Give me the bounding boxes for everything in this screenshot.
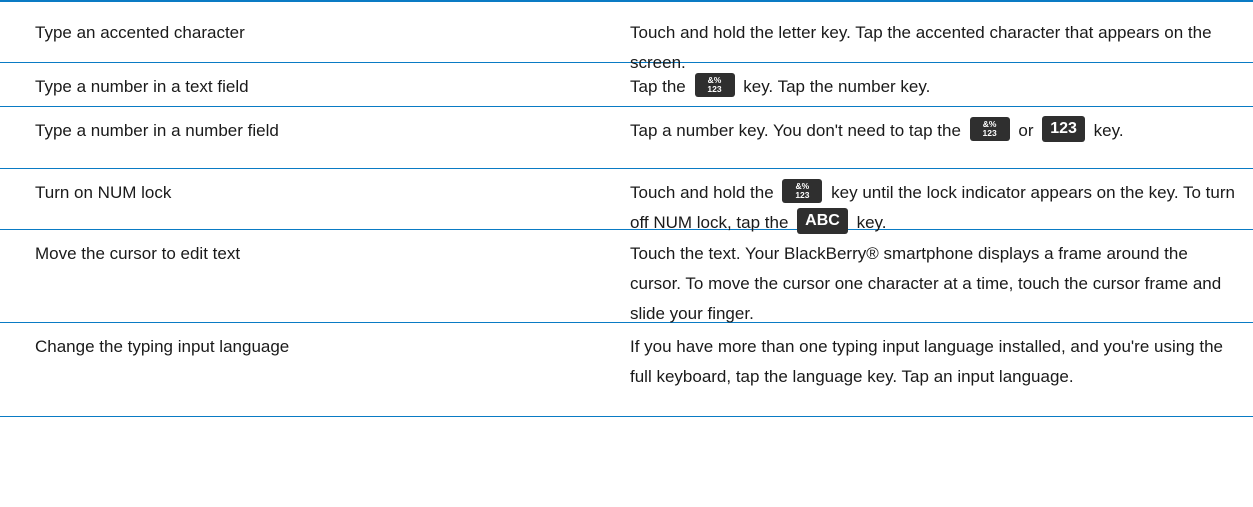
steps-text: or	[1018, 121, 1034, 140]
steps-text: Touch and hold the	[630, 183, 774, 202]
task-cell: Change the typing input language	[35, 337, 290, 356]
shortcut-table: Type an accented character Touch and hol…	[0, 0, 1253, 417]
steps-cell: Touch and hold the letter key. Tap the a…	[630, 2, 1253, 72]
task-cell: Type an accented character	[35, 23, 245, 42]
symbol-key-icon: &% 123	[782, 178, 823, 203]
steps-text: If you have more than one typing input l…	[630, 337, 1223, 386]
number-key-icon: 123	[1042, 115, 1085, 142]
task-cell: Turn on NUM lock	[35, 183, 172, 202]
steps-text: Tap a number key. You don't need to tap …	[630, 121, 961, 140]
table-row: Type a number in a text field Tap the &%…	[0, 63, 1253, 107]
task-cell: Type a number in a text field	[35, 77, 249, 96]
task-cell: Move the cursor to edit text	[35, 244, 241, 263]
steps-text: key.	[1093, 121, 1124, 140]
table-row: Move the cursor to edit text Touch the t…	[0, 230, 1253, 323]
table-row: Turn on NUM lock Touch and hold the &% 12…	[0, 169, 1253, 234]
task-cell: Type a number in a number field	[35, 121, 279, 140]
table-row: Type an accented character Touch and hol…	[0, 2, 1253, 72]
table-row: Change the typing input language If you …	[0, 323, 1253, 417]
symbol-key-icon: &% 123	[969, 116, 1010, 141]
symbol-key-icon: &% 123	[694, 72, 735, 97]
steps-cell: If you have more than one typing input l…	[630, 323, 1253, 416]
steps-cell: Tap a number key. You don't need to tap …	[630, 107, 1253, 168]
steps-cell: Tap the &% 123 key. Tap the number key.	[630, 63, 1253, 106]
alpha-key-icon: ABC	[797, 207, 848, 234]
steps-text: Touch the text. Your BlackBerry® smartph…	[630, 244, 1222, 323]
steps-cell: Touch the text. Your BlackBerry® smartph…	[630, 230, 1253, 323]
steps-text: key. Tap the number key.	[743, 77, 931, 96]
steps-cell: Touch and hold the &% 123 key until the l…	[630, 169, 1253, 234]
steps-text: Tap the	[630, 77, 686, 96]
table-row: Type a number in a number field Tap a nu…	[0, 107, 1253, 169]
